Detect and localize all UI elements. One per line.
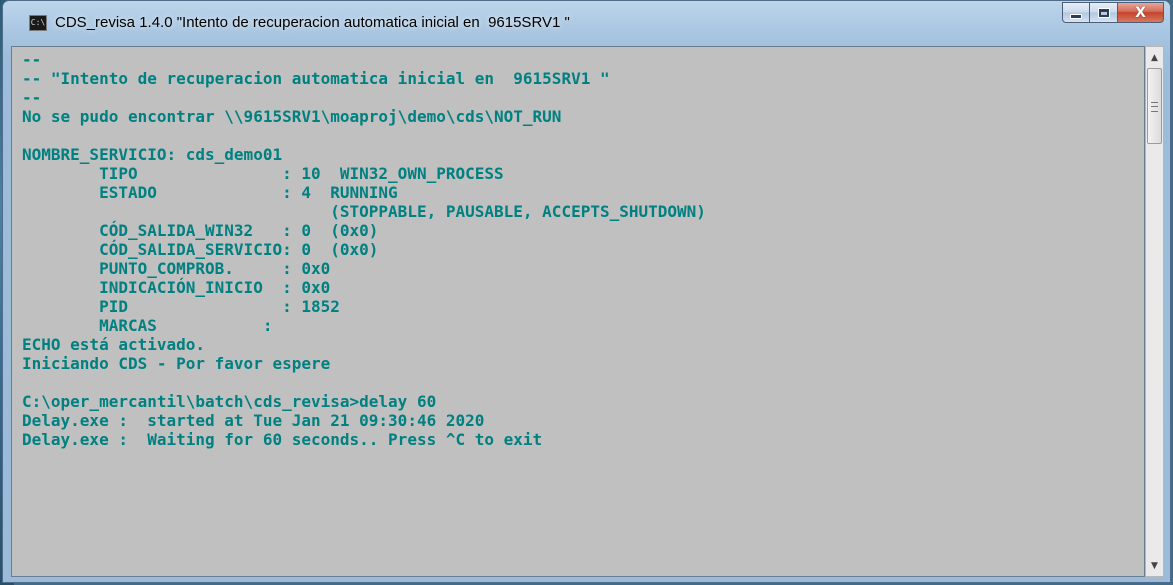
console-line: -- <box>22 50 42 69</box>
minimize-button[interactable] <box>1062 2 1090 23</box>
grip-icon <box>1151 102 1158 112</box>
console-line: Delay.exe : Waiting for 60 seconds.. Pre… <box>22 430 543 449</box>
maximize-icon <box>1097 7 1110 18</box>
console-line: (STOPPABLE, PAUSABLE, ACCEPTS_SHUTDOWN) <box>22 202 706 221</box>
console-line: Delay.exe : started at Tue Jan 21 09:30:… <box>22 411 485 430</box>
maximize-button[interactable] <box>1090 2 1118 23</box>
console-line: CÓD_SALIDA_WIN32 : 0 (0x0) <box>22 221 379 240</box>
console-line: ECHO está activado. <box>22 335 206 354</box>
title-bar[interactable]: C:\ CDS_revisa 1.4.0 "Intento de recuper… <box>3 1 1170 47</box>
console-line: PID : 1852 <box>22 297 340 316</box>
scroll-up-arrow-icon[interactable]: ▲ <box>1146 49 1163 66</box>
scroll-down-arrow-icon[interactable]: ▼ <box>1146 557 1163 574</box>
console-line: INDICACIÓN_INICIO : 0x0 <box>22 278 331 297</box>
console-line: C:\oper_mercantil\batch\cds_revisa>delay… <box>22 392 437 411</box>
vertical-scrollbar[interactable]: ▲ ▼ <box>1145 46 1164 577</box>
caption-buttons: X <box>1062 2 1164 24</box>
window-title: CDS_revisa 1.4.0 "Intento de recuperacio… <box>55 14 570 31</box>
console-line: ESTADO : 4 RUNNING <box>22 183 398 202</box>
console-line: PUNTO_COMPROB. : 0x0 <box>22 259 331 278</box>
close-icon: X <box>1135 4 1146 21</box>
console-output[interactable]: -- -- "Intento de recuperacion automatica… <box>11 46 1145 577</box>
console-line: No se pudo encontrar \\9615SRV1\moaproj\… <box>22 107 562 126</box>
scrollbar-thumb[interactable] <box>1147 68 1162 144</box>
console-line: NOMBRE_SERVICIO: cds_demo01 <box>22 145 283 164</box>
console-line: Iniciando CDS - Por favor espere <box>22 354 331 373</box>
console-line: TIPO : 10 WIN32_OWN_PROCESS <box>22 164 504 183</box>
console-line: -- "Intento de recuperacion automatica i… <box>22 69 610 88</box>
minimize-icon <box>1070 14 1082 19</box>
console-icon[interactable]: C:\ <box>29 15 47 31</box>
close-button[interactable]: X <box>1118 2 1164 23</box>
console-window: C:\ CDS_revisa 1.4.0 "Intento de recuper… <box>2 0 1171 583</box>
console-text: -- -- "Intento de recuperacion automatica… <box>22 50 706 449</box>
console-line: MARCAS : <box>22 316 273 335</box>
console-line: -- <box>22 88 42 107</box>
console-line: CÓD_SALIDA_SERVICIO: 0 (0x0) <box>22 240 379 259</box>
